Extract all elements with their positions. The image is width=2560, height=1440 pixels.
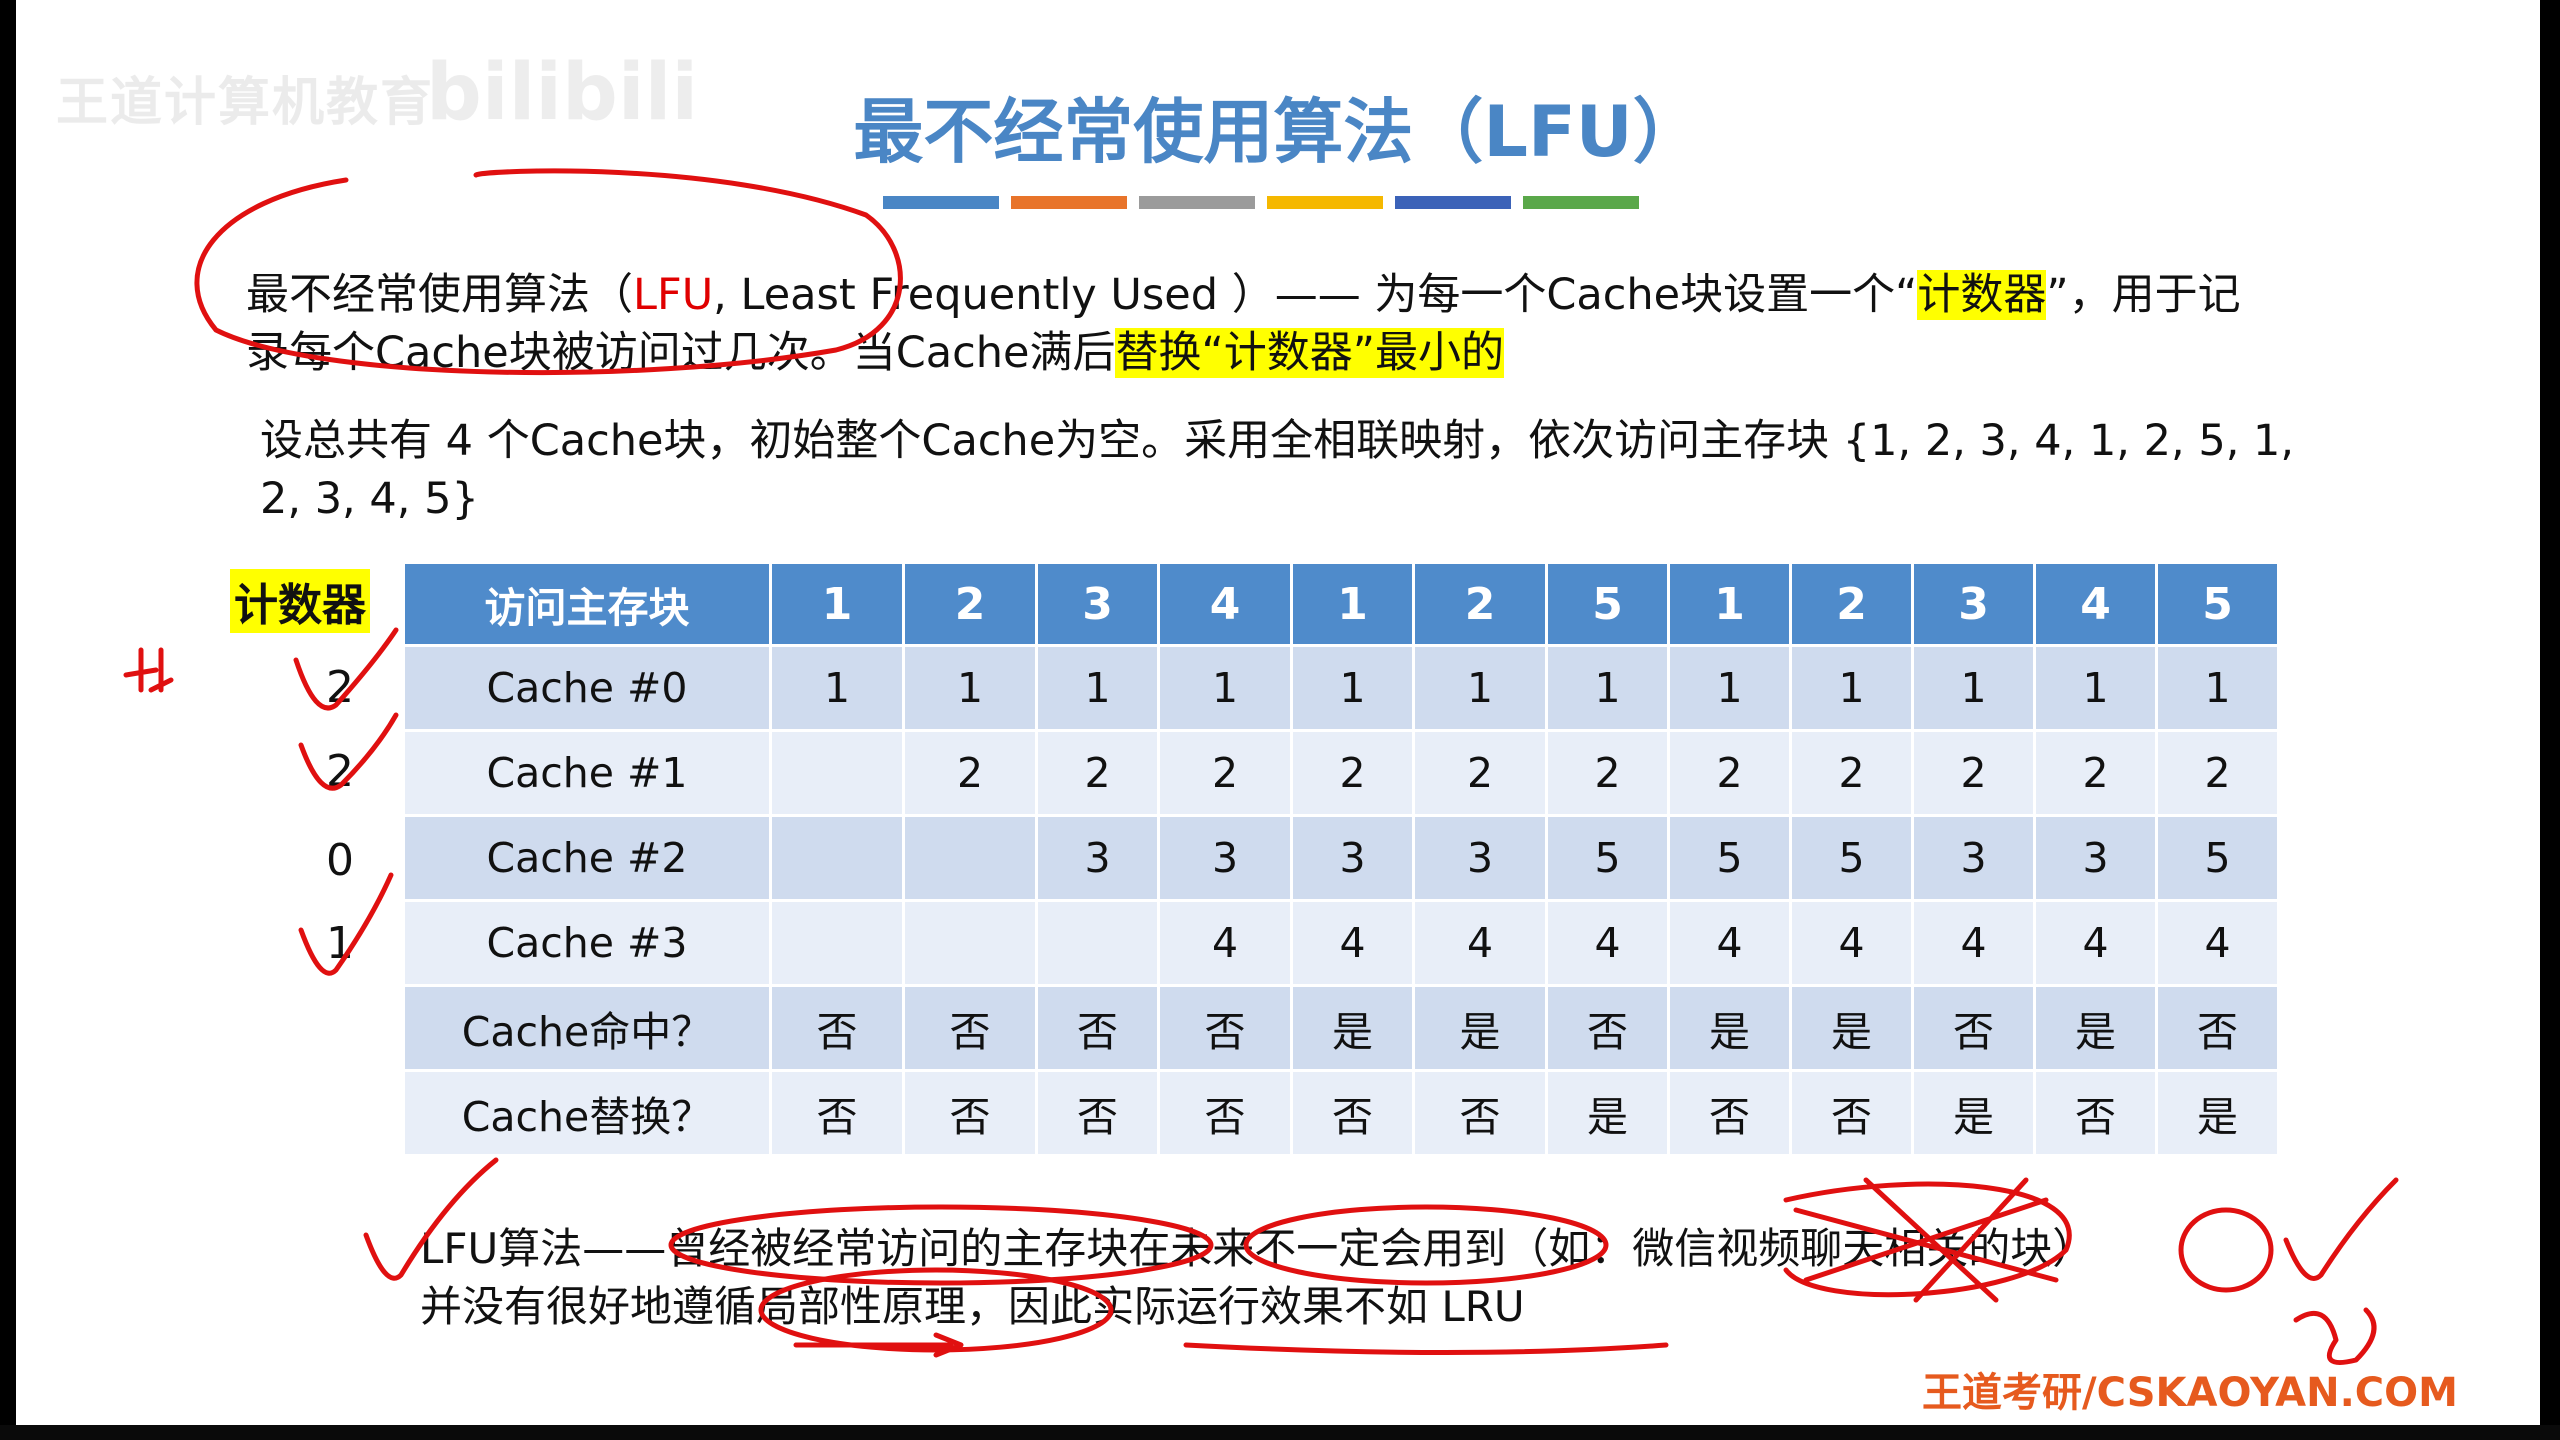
ink-check-conclusion (363, 1157, 499, 1281)
ink-ellipse-block (2178, 1207, 2274, 1293)
ink-check-1 (298, 712, 399, 791)
ink-check-3 (298, 872, 394, 976)
bottom-bar (0, 1425, 2560, 1440)
ink-circle-definition (194, 168, 903, 376)
slide: 王道计算机教育 bilibili 最不经常使用算法（LFU） 最不经常使用算法（… (16, 0, 2540, 1425)
ink-check-0 (293, 627, 399, 711)
ink-scribble-crossout (1783, 1177, 2072, 1303)
ink-check-right (2283, 1177, 2399, 1281)
ink-arrows (123, 647, 174, 693)
ink-scribble-right (2293, 1307, 2377, 1365)
handwritten-annotations (123, 168, 2399, 1365)
ink-underline-2 (1183, 1342, 1669, 1355)
ink-ellipse-2 (1243, 1204, 1609, 1286)
